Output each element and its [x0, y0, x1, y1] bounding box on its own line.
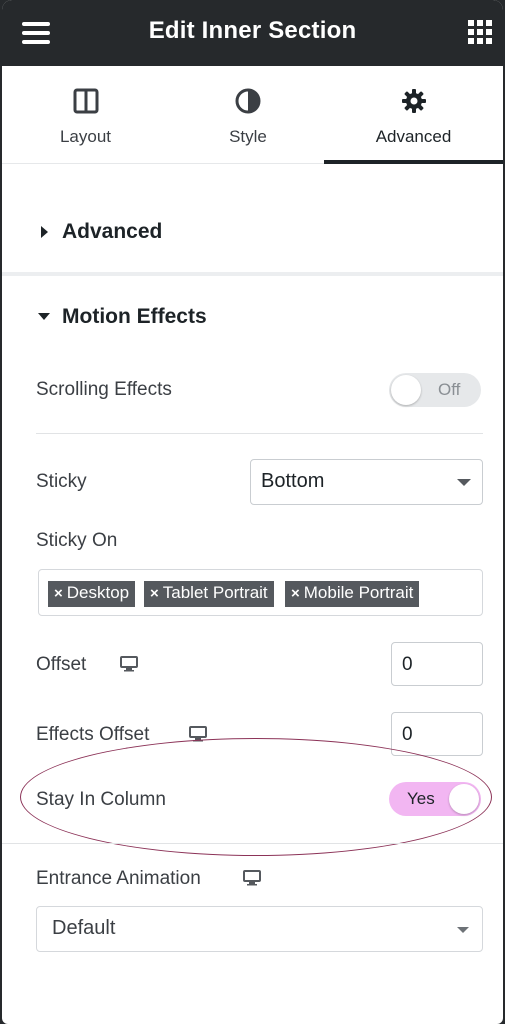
remove-tag-icon[interactable]: ×	[291, 585, 300, 602]
tag-label: Tablet Portrait	[162, 583, 268, 602]
tab-style[interactable]: Style	[169, 66, 327, 164]
columns-layout-icon	[73, 88, 98, 114]
tab-advanced[interactable]: Advanced	[324, 66, 503, 164]
caret-right-icon	[41, 226, 48, 238]
tag-label: Desktop	[66, 583, 130, 602]
sticky-on-multiselect[interactable]: × Desktop × Tablet Portrait × Mobile Portra…	[38, 569, 483, 616]
sticky-label: Sticky	[36, 471, 87, 492]
remove-tag-icon[interactable]: ×	[150, 585, 159, 602]
entrance-animation-value: Default	[52, 917, 116, 939]
toggle-knob	[391, 375, 421, 405]
caret-down-icon	[38, 313, 50, 320]
editor-panel: Edit Inner Section Layout Style Advanced…	[2, 0, 503, 1024]
entrance-animation-select[interactable]: Default	[36, 906, 483, 952]
divider	[2, 843, 503, 844]
scrolling-effects-toggle[interactable]: Off	[389, 373, 481, 407]
grid-apps-icon[interactable]	[468, 20, 492, 44]
tab-advanced-label: Advanced	[375, 127, 452, 146]
effects-offset-label: Effects Offset	[36, 724, 150, 745]
effects-offset-value: 0	[402, 724, 413, 745]
tag-desktop[interactable]: × Desktop	[48, 581, 136, 607]
remove-tag-icon[interactable]: ×	[54, 585, 63, 602]
section-advanced-title: Advanced	[62, 220, 163, 243]
panel-title: Edit Inner Section	[148, 17, 357, 44]
offset-value: 0	[402, 654, 413, 675]
section-motion-effects-title: Motion Effects	[62, 305, 207, 328]
scrolling-effects-toggle-text: Off	[438, 380, 461, 399]
tab-layout-label: Layout	[59, 127, 112, 146]
chevron-down-icon	[457, 927, 469, 933]
half-circle-contrast-icon	[235, 88, 261, 114]
tab-style-label: Style	[229, 127, 267, 146]
highlight-annotation-ellipse	[20, 738, 492, 856]
panel-tabs: Layout Style Advanced	[2, 66, 503, 164]
sticky-select[interactable]: Bottom	[250, 459, 483, 505]
effects-offset-input[interactable]: 0	[391, 712, 483, 756]
offset-input[interactable]: 0	[391, 642, 483, 686]
tag-label: Mobile Portrait	[303, 583, 414, 602]
tag-tablet-portrait[interactable]: × Tablet Portrait	[144, 581, 274, 607]
tag-mobile-portrait[interactable]: × Mobile Portrait	[285, 581, 420, 607]
scrolling-effects-label: Scrolling Effects	[36, 379, 172, 400]
sticky-select-value: Bottom	[261, 470, 325, 492]
desktop-monitor-icon[interactable]	[120, 656, 138, 672]
offset-label: Offset	[36, 654, 87, 675]
panel-header: Edit Inner Section	[2, 0, 503, 66]
desktop-monitor-icon[interactable]	[243, 870, 261, 886]
gear-icon	[401, 89, 426, 113]
sticky-on-label: Sticky On	[36, 530, 118, 551]
entrance-animation-label: Entrance Animation	[36, 868, 201, 889]
section-advanced-header[interactable]: Advanced	[2, 164, 503, 276]
divider	[36, 433, 483, 434]
chevron-down-icon	[457, 479, 471, 486]
tab-layout[interactable]: Layout	[2, 66, 169, 164]
